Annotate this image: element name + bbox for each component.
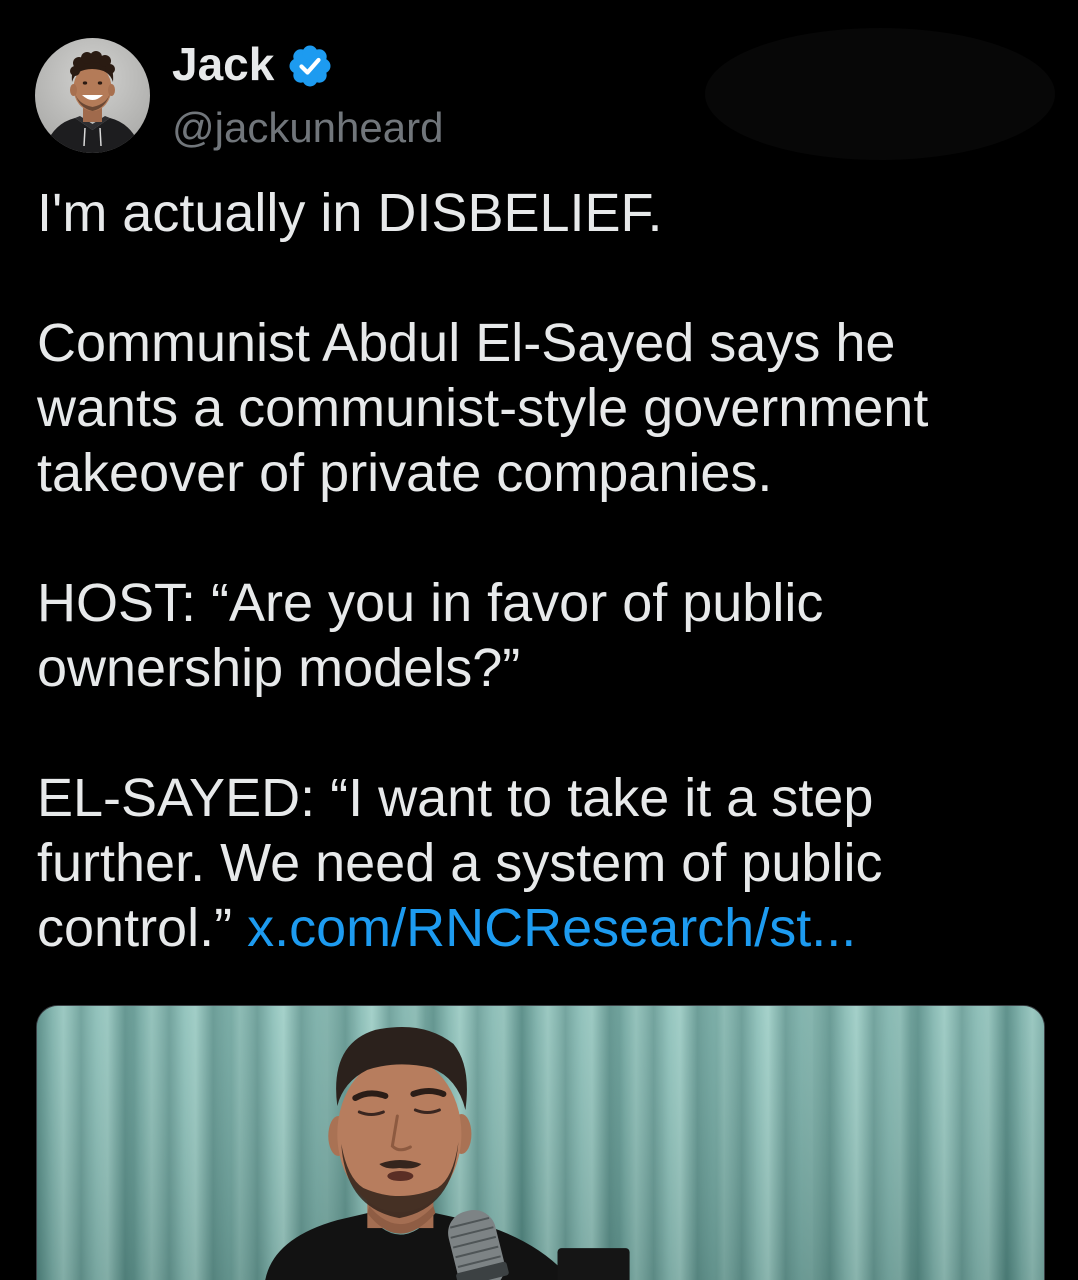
tweet-text: I'm actually in DISBELIEF. Communist Abd… — [37, 181, 1057, 961]
embedded-image[interactable] — [36, 1005, 1045, 1280]
tweet-line: EL-SAYED: “I want to take it a step — [37, 768, 874, 828]
verified-badge-icon[interactable] — [288, 44, 332, 88]
avatar-photo-icon — [35, 38, 150, 153]
tweet-line-last: control.” x.com/RNCResearch/st... — [37, 896, 1057, 961]
tweet-line: wants a communist-style government — [37, 378, 929, 438]
author-handle[interactable]: @jackunheard — [172, 103, 443, 153]
avatar[interactable] — [35, 38, 150, 153]
tweet-line: ownership models?” — [37, 638, 521, 698]
tweet-line: I'm actually in DISBELIEF. — [37, 183, 663, 243]
tweet-link[interactable]: x.com/RNCResearch/st... — [247, 898, 856, 958]
tweet-paragraph: HOST: “Are you in favor of public owners… — [37, 571, 1057, 701]
embedded-image-icon — [37, 1006, 1044, 1280]
tweet-line: Communist Abdul El-Sayed says he — [37, 313, 896, 373]
tweet-line-text: control.” — [37, 898, 233, 958]
tweet-paragraph: Communist Abdul El-Sayed says he wants a… — [37, 311, 1057, 506]
tweet-line: takeover of private companies. — [37, 443, 773, 503]
desk-object — [557, 1248, 630, 1280]
person-mouth — [387, 1171, 414, 1182]
author-name[interactable]: Jack — [172, 39, 274, 89]
redaction-mark — [705, 28, 1055, 160]
tweet-paragraph: EL-SAYED: “I want to take it a step furt… — [37, 766, 1057, 961]
tweet-paragraph: I'm actually in DISBELIEF. — [37, 181, 1057, 246]
tweet-line: HOST: “Are you in favor of public — [37, 573, 824, 633]
curtain-background — [37, 1006, 1044, 1280]
tweet-line: further. We need a system of public — [37, 833, 883, 893]
